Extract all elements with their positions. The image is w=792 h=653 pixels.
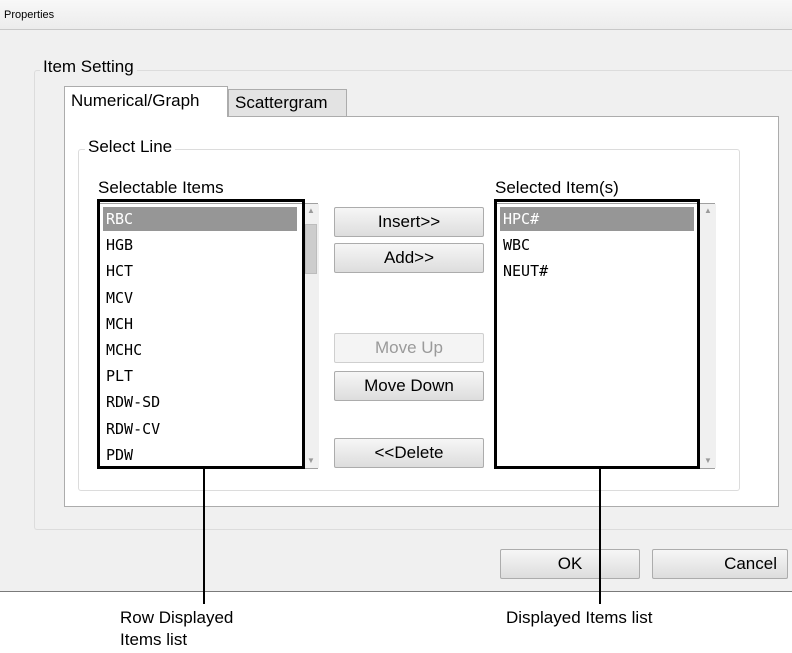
add-button[interactable]: Add>>: [334, 243, 484, 273]
scroll-down-icon[interactable]: ▼: [303, 454, 319, 468]
selectable-items-scrollbar[interactable]: ▲ ▼: [302, 204, 319, 468]
list-item[interactable]: MCV: [103, 286, 297, 310]
list-item[interactable]: RDW-SD: [103, 390, 297, 414]
tab-panel-numerical-graph: Select Line Selectable Items Selected It…: [64, 116, 779, 507]
list-item[interactable]: HPC#: [500, 207, 694, 231]
list-item[interactable]: PLT: [103, 364, 297, 388]
select-line-legend: Select Line: [85, 137, 176, 157]
delete-button[interactable]: <<Delete: [334, 438, 484, 468]
selected-items-caption: Selected Item(s): [495, 178, 619, 197]
properties-dialog: Properties Item Setting Numerical/Graph …: [0, 0, 792, 592]
selected-items-scrollbar[interactable]: ▲ ▼: [699, 204, 716, 468]
list-item[interactable]: RDW-CV: [103, 417, 297, 441]
insert-button[interactable]: Insert>>: [334, 207, 484, 237]
scroll-down-icon[interactable]: ▼: [700, 454, 716, 468]
tab-numerical-graph[interactable]: Numerical/Graph: [64, 86, 228, 117]
ok-button[interactable]: OK: [500, 549, 640, 579]
tab-scattergram[interactable]: Scattergram: [228, 89, 347, 116]
list-item[interactable]: NEUT#: [500, 259, 694, 283]
list-item[interactable]: HCT: [103, 259, 297, 283]
left-leader-line: [203, 469, 205, 604]
window-title: Properties: [0, 0, 792, 30]
selected-items-list[interactable]: HPC# WBC NEUT# ▲ ▼: [495, 203, 716, 469]
list-item[interactable]: RBC: [103, 207, 297, 231]
scroll-thumb[interactable]: [305, 224, 317, 274]
list-item[interactable]: HGB: [103, 233, 297, 257]
list-item[interactable]: MCHC: [103, 338, 297, 362]
right-leader-line: [599, 469, 601, 604]
list-item[interactable]: PDW: [103, 443, 297, 467]
list-item[interactable]: WBC: [500, 233, 694, 257]
item-setting-legend: Item Setting: [40, 57, 137, 77]
selectable-items-list[interactable]: RBC HGB HCT MCV MCH MCHC PLT RDW-SD RDW-CV PDW ▲ …: [98, 203, 319, 469]
scroll-up-icon[interactable]: ▲: [303, 204, 319, 218]
scroll-up-icon[interactable]: ▲: [700, 204, 716, 218]
displayed-items-label: Displayed Items list: [506, 608, 653, 627]
move-down-button[interactable]: Move Down: [334, 371, 484, 401]
selectable-items-caption: Selectable Items: [98, 178, 224, 197]
row-displayed-items-label: Row Displayed Items list: [120, 608, 234, 649]
cancel-button[interactable]: Cancel: [652, 549, 788, 579]
move-up-button[interactable]: Move Up: [334, 333, 484, 363]
list-item[interactable]: MCH: [103, 312, 297, 336]
